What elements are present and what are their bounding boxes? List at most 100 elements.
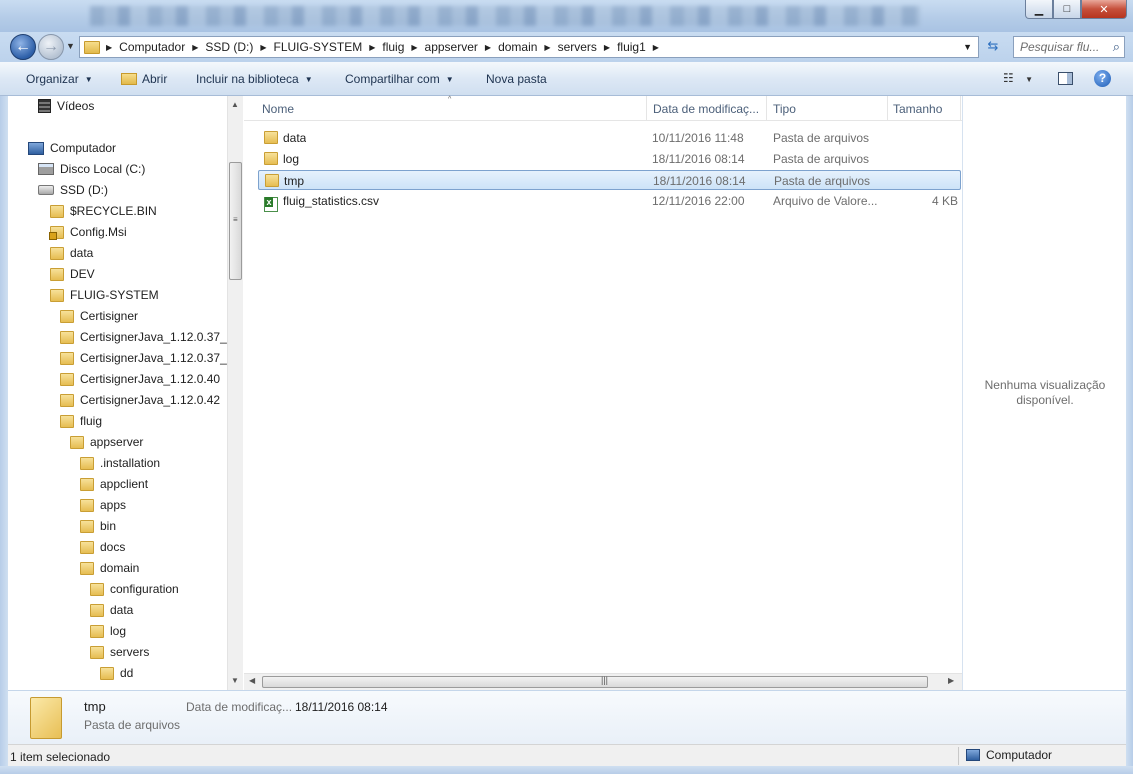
address-bar[interactable]: ▶ Computador ▶ SSD (D:) ▶ FLUIG-SYSTEM ▶ fluig ▶… [79, 36, 979, 58]
preview-pane-toggle[interactable] [1058, 72, 1073, 85]
nav-tree-item[interactable]: CertisignerJava_1.12.0.40 [60, 369, 220, 389]
close-button[interactable]: ✕ [1081, 0, 1127, 19]
breadcrumb-item[interactable]: ▶ Computador ▶ [106, 37, 205, 57]
nav-tree-item[interactable]: servers [90, 642, 149, 662]
column-divider[interactable] [960, 96, 961, 121]
column-divider[interactable] [887, 96, 888, 121]
breadcrumb-item[interactable]: fluig ▶ [382, 37, 424, 57]
nav-tree-item[interactable]: CertisignerJava_1.12.0.37_Tc [60, 327, 239, 347]
chevron-right-icon[interactable]: ▶ [106, 43, 112, 52]
nav-tree-item[interactable]: $RECYCLE.BIN [50, 201, 157, 221]
address-dropdown-button[interactable]: ▼ [963, 42, 972, 52]
nav-tree-item[interactable]: apps [80, 495, 126, 515]
column-header-size[interactable]: Tamanho [893, 102, 953, 116]
file-row[interactable]: tmp 18/11/2016 08:14 Pasta de arquivos [258, 170, 961, 190]
breadcrumb-label[interactable]: fluig1 [617, 40, 646, 54]
nav-tree-item[interactable]: Disco Local (C:) [38, 159, 145, 179]
nav-tree-item[interactable]: Vídeos [38, 96, 94, 116]
nav-tree-item[interactable]: docs [80, 537, 125, 557]
chevron-right-icon[interactable]: ▶ [411, 43, 417, 52]
folder-icon [265, 174, 279, 187]
column-divider[interactable] [766, 96, 767, 121]
nav-tree-label: apps [100, 498, 127, 512]
breadcrumb-item[interactable]: appserver ▶ [425, 37, 499, 57]
new-folder-button[interactable]: Nova pasta [486, 72, 547, 86]
help-button[interactable]: ? [1094, 70, 1111, 87]
file-row[interactable]: data 10/11/2016 11:48 Pasta de arquivos [258, 128, 961, 148]
refresh-button[interactable]: ⇆ [983, 38, 1003, 56]
chevron-right-icon[interactable]: ▶ [369, 43, 375, 52]
file-row[interactable]: log 18/11/2016 08:14 Pasta de arquivos [258, 149, 961, 169]
nav-tree-item[interactable]: SSD (D:) [38, 180, 108, 200]
back-button[interactable]: ← [10, 34, 36, 60]
nav-tree-item[interactable]: log [90, 621, 126, 641]
scroll-down-icon[interactable]: ▼ [231, 676, 239, 685]
breadcrumb-label[interactable]: SSD (D:) [205, 40, 253, 54]
file-list[interactable]: ^ Nome Data de modificaç... Tipo Tamanho… [244, 96, 962, 690]
horizontal-scrollbar[interactable]: ◀ ||| ▶ [244, 673, 962, 690]
breadcrumb-item[interactable]: fluig1 ▶ [617, 37, 666, 57]
share-with-button[interactable]: Compartilhar com ▼ [345, 72, 454, 86]
scroll-up-icon[interactable]: ▲ [231, 100, 239, 109]
minimize-button[interactable]: ▁ [1025, 0, 1053, 19]
chevron-right-icon[interactable]: ▶ [260, 43, 266, 52]
chevron-right-icon[interactable]: ▶ [192, 43, 198, 52]
column-header-date[interactable]: Data de modificaç... [653, 102, 763, 116]
navigation-scrollbar[interactable]: ▲ ≡ ▼ [227, 96, 243, 690]
nav-tree-label: CertisignerJava_1.12.0.42 [80, 393, 221, 407]
nav-tree-item[interactable]: CertisignerJava_1.12.0.42 [60, 390, 220, 410]
folder-icon [80, 477, 94, 491]
breadcrumb-label[interactable]: Computador [119, 40, 185, 54]
column-header-type[interactable]: Tipo [773, 102, 883, 116]
forward-button[interactable]: → [38, 34, 64, 60]
breadcrumb-label[interactable]: servers [558, 40, 597, 54]
search-input[interactable]: Pesquisar flu... ⌕ [1013, 36, 1125, 58]
scrollbar-thumb[interactable]: ||| [262, 675, 928, 688]
breadcrumb-label[interactable]: FLUIG-SYSTEM [274, 40, 363, 54]
breadcrumb-item[interactable]: SSD (D:) ▶ [205, 37, 273, 57]
breadcrumb-item[interactable]: domain ▶ [498, 37, 558, 57]
scroll-right-icon[interactable]: ▶ [948, 676, 954, 685]
nav-tree-item[interactable]: data [90, 600, 133, 620]
scrollbar-thumb[interactable]: ≡ [229, 162, 242, 280]
recent-pages-dropdown[interactable]: ▼ [66, 41, 75, 51]
nav-tree-item[interactable]: configuration [90, 579, 179, 599]
column-divider[interactable] [646, 96, 647, 121]
nav-tree-item[interactable]: appserver [70, 432, 143, 452]
chevron-right-icon[interactable]: ▶ [485, 43, 491, 52]
nav-tree-label: docs [100, 540, 126, 554]
breadcrumb-label[interactable]: appserver [425, 40, 478, 54]
chevron-right-icon[interactable]: ▶ [604, 43, 610, 52]
nav-tree-item[interactable]: bin [80, 516, 116, 536]
breadcrumb-item[interactable]: FLUIG-SYSTEM ▶ [274, 37, 383, 57]
scroll-left-icon[interactable]: ◀ [249, 676, 255, 685]
breadcrumb-label[interactable]: domain [498, 40, 537, 54]
nav-tree-item[interactable]: data [50, 243, 93, 263]
nav-tree-item[interactable]: fluig [60, 411, 102, 431]
nav-tree-item[interactable]: Config.Msi [49, 222, 127, 242]
nav-tree-item[interactable]: Computador [28, 138, 116, 158]
search-icon[interactable]: ⌕ [1113, 39, 1120, 55]
chevron-right-icon[interactable]: ▶ [544, 43, 550, 52]
maximize-button[interactable]: □ [1053, 0, 1081, 19]
breadcrumb-item[interactable]: servers ▶ [558, 37, 618, 57]
navigation-pane[interactable]: Vídeos Computador Disco Local (C:) SSD (D:)… [8, 96, 243, 690]
nav-tree-item[interactable]: FLUIG-SYSTEM [50, 285, 159, 305]
nav-tree-item[interactable]: DEV [50, 264, 95, 284]
nav-tree-item[interactable]: .installation [80, 453, 160, 473]
nav-tree-item[interactable]: appclient [80, 474, 148, 494]
include-library-button[interactable]: Incluir na biblioteca ▼ [196, 72, 313, 86]
chevron-right-icon[interactable]: ▶ [653, 43, 659, 52]
breadcrumb-label[interactable]: fluig [382, 40, 404, 54]
nav-tree-item[interactable]: domain [80, 558, 139, 578]
column-header-name[interactable]: Nome [262, 102, 642, 116]
nav-tree-item[interactable]: Certisigner [60, 306, 138, 326]
nav-tree-item[interactable]: dd [100, 663, 133, 683]
nav-tree-item[interactable]: CertisignerJava_1.12.0.37_Tc [60, 348, 239, 368]
view-list-icon: ☷ [1003, 71, 1014, 85]
change-view-button[interactable]: ☷ ▼ [1003, 71, 1033, 85]
folder-icon [50, 246, 64, 260]
file-row[interactable]: fluig_statistics.csv 12/11/2016 22:00 Arqu… [258, 191, 961, 212]
open-button[interactable]: Abrir [121, 72, 167, 86]
organize-button[interactable]: Organizar ▼ [26, 72, 93, 86]
